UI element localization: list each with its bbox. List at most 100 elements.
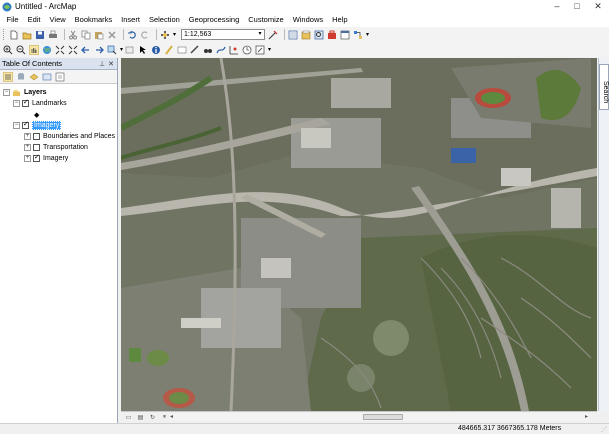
list-by-drawing-order-icon[interactable] — [3, 71, 13, 82]
catalog-window-icon[interactable] — [301, 30, 311, 40]
open-folder-icon[interactable] — [22, 30, 32, 40]
html-popup-icon[interactable] — [177, 45, 187, 55]
chevron-down-icon[interactable]: ▾ — [256, 30, 264, 39]
toolbar-separator — [156, 29, 157, 40]
cut-icon[interactable] — [68, 30, 78, 40]
collapse-icon[interactable]: − — [13, 100, 20, 107]
point-symbol-icon: ◆ — [34, 111, 40, 119]
list-by-visibility-icon[interactable] — [29, 72, 39, 82]
search-window-icon[interactable] — [314, 30, 324, 40]
menu-file[interactable]: File — [2, 13, 23, 27]
toolbar-separator — [284, 29, 286, 40]
map-display[interactable] — [121, 58, 597, 411]
close-icon[interactable]: ✕ — [108, 60, 114, 68]
layer-visibility-checkbox[interactable] — [33, 153, 40, 162]
data-view-icon[interactable]: ▭ — [124, 413, 133, 422]
find-binoculars-icon[interactable] — [203, 45, 213, 55]
map-scale-combobox[interactable]: 1:12,563 ▾ — [181, 29, 266, 40]
pan-hand-icon[interactable] — [29, 44, 39, 55]
collapse-icon[interactable]: − — [13, 122, 20, 129]
pin-icon[interactable]: ⊥ — [99, 60, 105, 68]
measure-icon[interactable] — [190, 44, 200, 55]
save-icon[interactable] — [35, 30, 45, 40]
layer-visibility-checkbox[interactable] — [22, 120, 29, 129]
toolbar-options-icon[interactable]: ▾ — [366, 31, 369, 38]
select-features-icon[interactable] — [107, 45, 117, 55]
print-icon[interactable] — [48, 30, 58, 40]
zoom-out-icon[interactable] — [16, 45, 26, 55]
add-data-dropdown-icon[interactable]: ▾ — [173, 31, 176, 38]
menu-windows[interactable]: Windows — [288, 13, 327, 27]
list-by-selection-icon[interactable] — [42, 72, 52, 82]
close-button[interactable]: ✕ — [587, 0, 609, 12]
model-builder-icon[interactable] — [353, 30, 363, 40]
horizontal-scrollbar[interactable]: ◂ ▸ — [169, 413, 589, 421]
menu-help[interactable]: Help — [328, 13, 352, 27]
select-elements-arrow-icon[interactable] — [138, 45, 148, 55]
search-window-tab[interactable]: Search — [599, 64, 609, 110]
layout-view-icon[interactable]: ▤ — [136, 413, 145, 422]
status-bar: 484665.317 3667365.178 Meters ⋰ — [0, 423, 609, 434]
toc-options-icon[interactable] — [55, 72, 65, 82]
zoom-in-icon[interactable] — [3, 45, 13, 55]
menu-customize[interactable]: Customize — [244, 13, 288, 27]
copy-icon[interactable] — [81, 30, 91, 40]
go-forward-icon[interactable] — [94, 45, 104, 55]
menu-view[interactable]: View — [45, 13, 70, 27]
menu-selection[interactable]: Selection — [144, 13, 184, 27]
scroll-right-icon[interactable]: ▸ — [585, 413, 588, 420]
layer-visibility-checkbox[interactable] — [33, 133, 40, 140]
toc-header: Table Of Contents ⊥ ✕ — [0, 58, 117, 70]
maximize-button[interactable]: □ — [567, 0, 587, 12]
layer-row-imagery[interactable]: + Imagery — [0, 153, 117, 164]
layer-visibility-checkbox[interactable] — [22, 98, 29, 107]
paste-icon[interactable] — [94, 30, 104, 40]
editor-toolbar-icon[interactable] — [268, 30, 278, 40]
fixed-zoom-out-icon[interactable] — [68, 45, 78, 55]
menu-geoprocessing[interactable]: Geoprocessing — [184, 13, 243, 27]
full-extent-icon[interactable] — [42, 45, 52, 55]
title-bar: Untitled - ArcMap – □ ✕ — [0, 0, 609, 13]
toolbar-options-icon[interactable]: ▾ — [268, 46, 271, 53]
fixed-zoom-in-icon[interactable] — [55, 45, 65, 55]
tree-root-layers[interactable]: − Layers — [0, 87, 117, 98]
identify-icon[interactable] — [151, 45, 161, 55]
layer-row-transportation[interactable]: + Transportation — [0, 142, 117, 153]
time-slider-icon[interactable] — [242, 45, 252, 55]
layer-row-imagery-group[interactable]: − Imagery — [0, 120, 117, 131]
scroll-left-icon[interactable]: ◂ — [170, 413, 173, 420]
toc-toolbar — [0, 70, 117, 84]
expand-icon[interactable]: + — [24, 155, 31, 162]
find-route-icon[interactable] — [216, 45, 226, 55]
list-by-source-icon[interactable] — [16, 72, 26, 82]
redo-icon[interactable] — [140, 30, 150, 40]
toolbar-grip[interactable] — [3, 29, 6, 40]
add-data-icon[interactable] — [160, 30, 170, 40]
create-viewer-window-icon[interactable] — [255, 45, 265, 55]
resize-grip-icon[interactable]: ⋰ — [601, 426, 607, 433]
arctoolbox-icon[interactable] — [327, 30, 337, 40]
table-of-contents-window-icon[interactable] — [288, 30, 298, 40]
delete-icon[interactable] — [107, 30, 117, 40]
scrollbar-thumb[interactable] — [363, 414, 403, 420]
hyperlink-icon[interactable] — [164, 44, 174, 55]
layer-row-boundaries[interactable]: + Boundaries and Places — [0, 131, 117, 142]
go-back-icon[interactable] — [81, 45, 91, 55]
refresh-icon[interactable]: ↻ — [148, 413, 157, 422]
expand-icon[interactable]: + — [24, 144, 31, 151]
menu-edit[interactable]: Edit — [23, 13, 45, 27]
collapse-icon[interactable]: − — [3, 89, 10, 96]
menu-insert[interactable]: Insert — [117, 13, 145, 27]
expand-icon[interactable]: + — [24, 133, 31, 140]
clear-selection-icon[interactable] — [125, 45, 135, 55]
minimize-button[interactable]: – — [547, 0, 567, 12]
go-to-xy-icon[interactable] — [229, 45, 239, 55]
layer-row-landmarks[interactable]: − Landmarks — [0, 98, 117, 109]
pause-drawing-icon[interactable]: ⏸ — [160, 413, 169, 422]
undo-icon[interactable] — [127, 30, 137, 40]
menu-bookmarks[interactable]: Bookmarks — [70, 13, 117, 27]
layer-visibility-checkbox[interactable] — [33, 144, 40, 151]
select-dropdown-icon[interactable]: ▾ — [120, 46, 123, 53]
new-document-icon[interactable] — [9, 30, 19, 40]
python-window-icon[interactable] — [340, 30, 350, 40]
